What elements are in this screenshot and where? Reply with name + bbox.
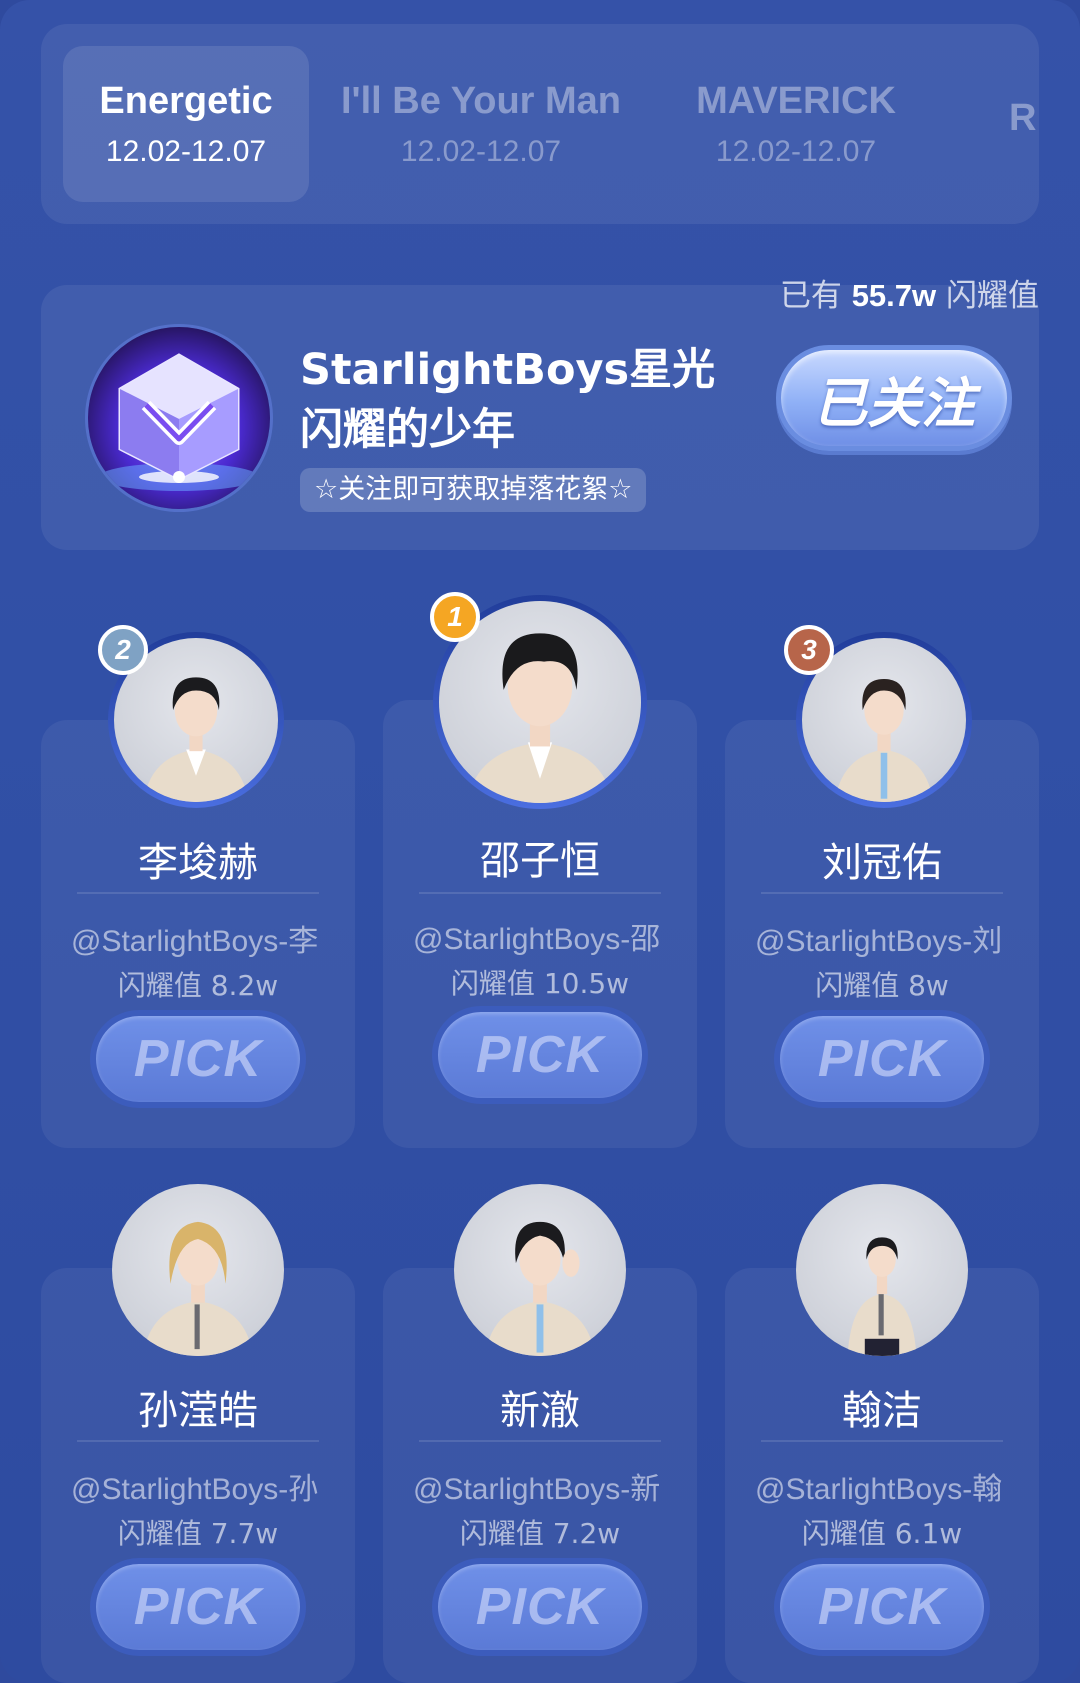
song-tab-bar: Energetic 12.02-12.07 I'll Be Your Man 1… (41, 24, 1039, 224)
candidate-avatar-ring[interactable] (454, 1184, 626, 1356)
avatar (454, 1184, 626, 1356)
pick-button[interactable]: PICK (774, 1010, 990, 1108)
avatar (796, 1184, 968, 1356)
avatar (112, 1184, 284, 1356)
candidate-handle[interactable]: @StarlightBoys-邵 (413, 914, 667, 958)
candidate-name: 刘冠佑 (822, 840, 942, 886)
rank-badge-3: 3 (784, 625, 834, 675)
follow-hint-badge: ☆关注即可获取掉落花絮☆ (300, 468, 647, 512)
rank-badge-2: 2 (98, 625, 148, 675)
candidate-handle[interactable]: @StarlightBoys-新 (413, 1464, 667, 1508)
tab-title: Energetic (99, 79, 273, 122)
candidate-shine-value: 闪耀值 7.7w (117, 1517, 279, 1550)
shine-prefix: 已有 (779, 278, 842, 314)
followed-button[interactable]: 已关注 (776, 345, 1012, 451)
candidate-shine-value: 闪耀值 10.5w (450, 967, 630, 1000)
candidate-avatar-ring[interactable] (112, 1184, 284, 1356)
candidate-handle[interactable]: @StarlightBoys-刘 (755, 916, 1009, 960)
candidate-name: 翰洁 (842, 1388, 922, 1434)
candidate-avatar-ring[interactable] (796, 1184, 968, 1356)
candidate-handle[interactable]: @StarlightBoys-孙 (71, 1464, 325, 1508)
account-name: StarlightBoys星光闪耀的少年 (300, 345, 716, 455)
candidate-handle[interactable]: @StarlightBoys-翰 (755, 1464, 1009, 1508)
tab-title: R (1009, 96, 1037, 139)
divider (761, 1440, 1003, 1442)
tab-date: 12.02-12.07 (105, 134, 267, 168)
pick-button[interactable]: PICK (432, 1558, 648, 1656)
pick-button[interactable]: PICK (432, 1006, 648, 1104)
candidate-shine-value: 闪耀值 8w (815, 969, 949, 1002)
tab-maverick[interactable]: MAVERICK 12.02-12.07 (681, 46, 911, 202)
candidate-shine-value: 闪耀值 7.2w (459, 1517, 621, 1550)
candidate-handle[interactable]: @StarlightBoys-李 (71, 916, 325, 960)
divider (77, 1440, 319, 1442)
candidate-name: 新澈 (500, 1388, 580, 1434)
rank-badge-1: 1 (430, 592, 480, 642)
tab-title: MAVERICK (696, 79, 896, 122)
person-photo-icon (847, 1237, 917, 1356)
pick-button[interactable]: PICK (90, 1558, 306, 1656)
total-shine-value: 已有 55.7w 闪耀值 (780, 270, 1039, 315)
shine-total-number: 55.7w (851, 278, 937, 313)
tab-title: I'll Be Your Man (341, 79, 622, 122)
person-photo-icon (484, 1221, 596, 1356)
person-photo-icon (142, 1221, 254, 1356)
pick-button[interactable]: PICK (774, 1558, 990, 1656)
tab-date: 12.02-12.07 (715, 134, 877, 168)
shine-suffix: 闪耀值 (946, 278, 1039, 314)
divider (419, 1440, 661, 1442)
tab-ill-be-your-man[interactable]: I'll Be Your Man 12.02-12.07 (341, 46, 621, 202)
divider (77, 892, 319, 894)
divider (419, 892, 661, 894)
divider (761, 892, 1003, 894)
tab-next-partial[interactable]: R (1009, 46, 1039, 202)
tab-date: 12.02-12.07 (400, 134, 562, 168)
candidate-shine-value: 闪耀值 6.1w (801, 1517, 963, 1550)
candidate-shine-value: 闪耀值 8.2w (117, 969, 279, 1002)
tab-energetic[interactable]: Energetic 12.02-12.07 (63, 46, 309, 202)
pick-button[interactable]: PICK (90, 1010, 306, 1108)
crystal-logo-icon[interactable] (88, 327, 270, 509)
candidate-name: 孙滢皓 (138, 1388, 258, 1434)
candidate-name: 李埈赫 (138, 840, 258, 886)
candidate-name: 邵子恒 (480, 838, 600, 884)
